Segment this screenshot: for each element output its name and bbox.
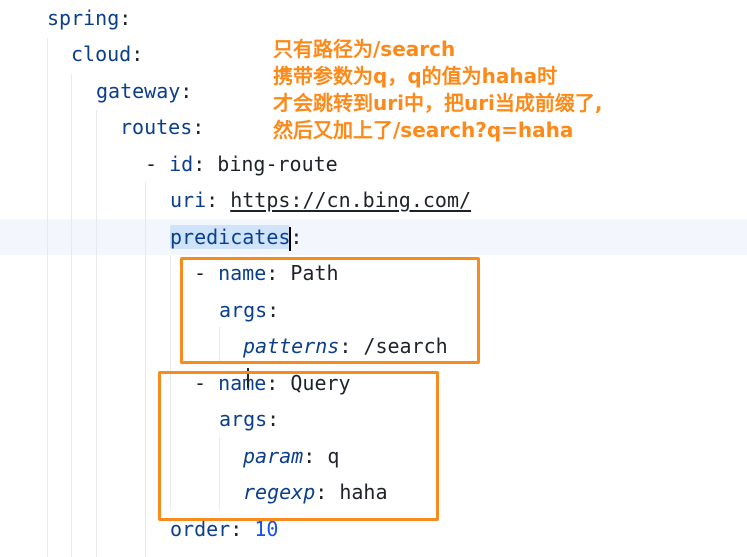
code-line-spring[interactable]: spring: [47, 0, 131, 36]
code-line-predicates[interactable]: predicates: [170, 219, 302, 255]
code-line-routes[interactable]: routes: [120, 109, 204, 145]
yaml-key: id [169, 152, 194, 176]
yaml-value: bing-route [217, 152, 338, 176]
indent-guide [96, 110, 97, 557]
selected-word: predicates [170, 225, 291, 249]
yaml-colon: : [131, 42, 144, 66]
indent-guide [145, 182, 146, 557]
yaml-colon: : [290, 225, 303, 249]
code-line-cloud[interactable]: cloud: [71, 36, 143, 72]
annotation-line: 只有路径为/search [273, 37, 456, 61]
yaml-key: spring [47, 6, 120, 30]
annotation-note: 只有路径为/search 携带参数为q，q的值为haha时 才会跳转到uri中，… [273, 36, 743, 144]
yaml-colon: : [193, 152, 218, 176]
yaml-colon: : [119, 6, 132, 30]
code-line-route-id[interactable]: - id: bing-route [145, 146, 338, 182]
yaml-list-dash: - [145, 152, 170, 176]
annotation-box-query [158, 371, 439, 521]
yaml-key: uri [170, 188, 207, 212]
yaml-colon: : [180, 79, 193, 103]
indent-guide [47, 38, 48, 557]
yaml-colon: : [192, 115, 205, 139]
yaml-colon: : [206, 188, 231, 212]
annotation-line: 然后又加上了/search?q=haha [273, 118, 574, 142]
yaml-key: routes [120, 115, 193, 139]
annotation-box-path [180, 257, 480, 364]
annotation-line: 携带参数为q，q的值为haha时 [273, 64, 558, 88]
yaml-key: gateway [96, 79, 181, 103]
code-line-uri[interactable]: uri: https://cn.bing.com/ [170, 182, 471, 218]
current-line-highlight [0, 219, 747, 255]
uri-link[interactable]: https://cn.bing.com/ [230, 188, 471, 212]
yaml-key: cloud [71, 42, 132, 66]
code-editor[interactable]: spring: cloud: gateway: routes: - id: bi… [0, 0, 747, 557]
annotation-line: 才会跳转到uri中，把uri当成前缀了, [273, 91, 603, 115]
code-line-gateway[interactable]: gateway: [96, 73, 192, 109]
indent-guide [71, 74, 72, 557]
